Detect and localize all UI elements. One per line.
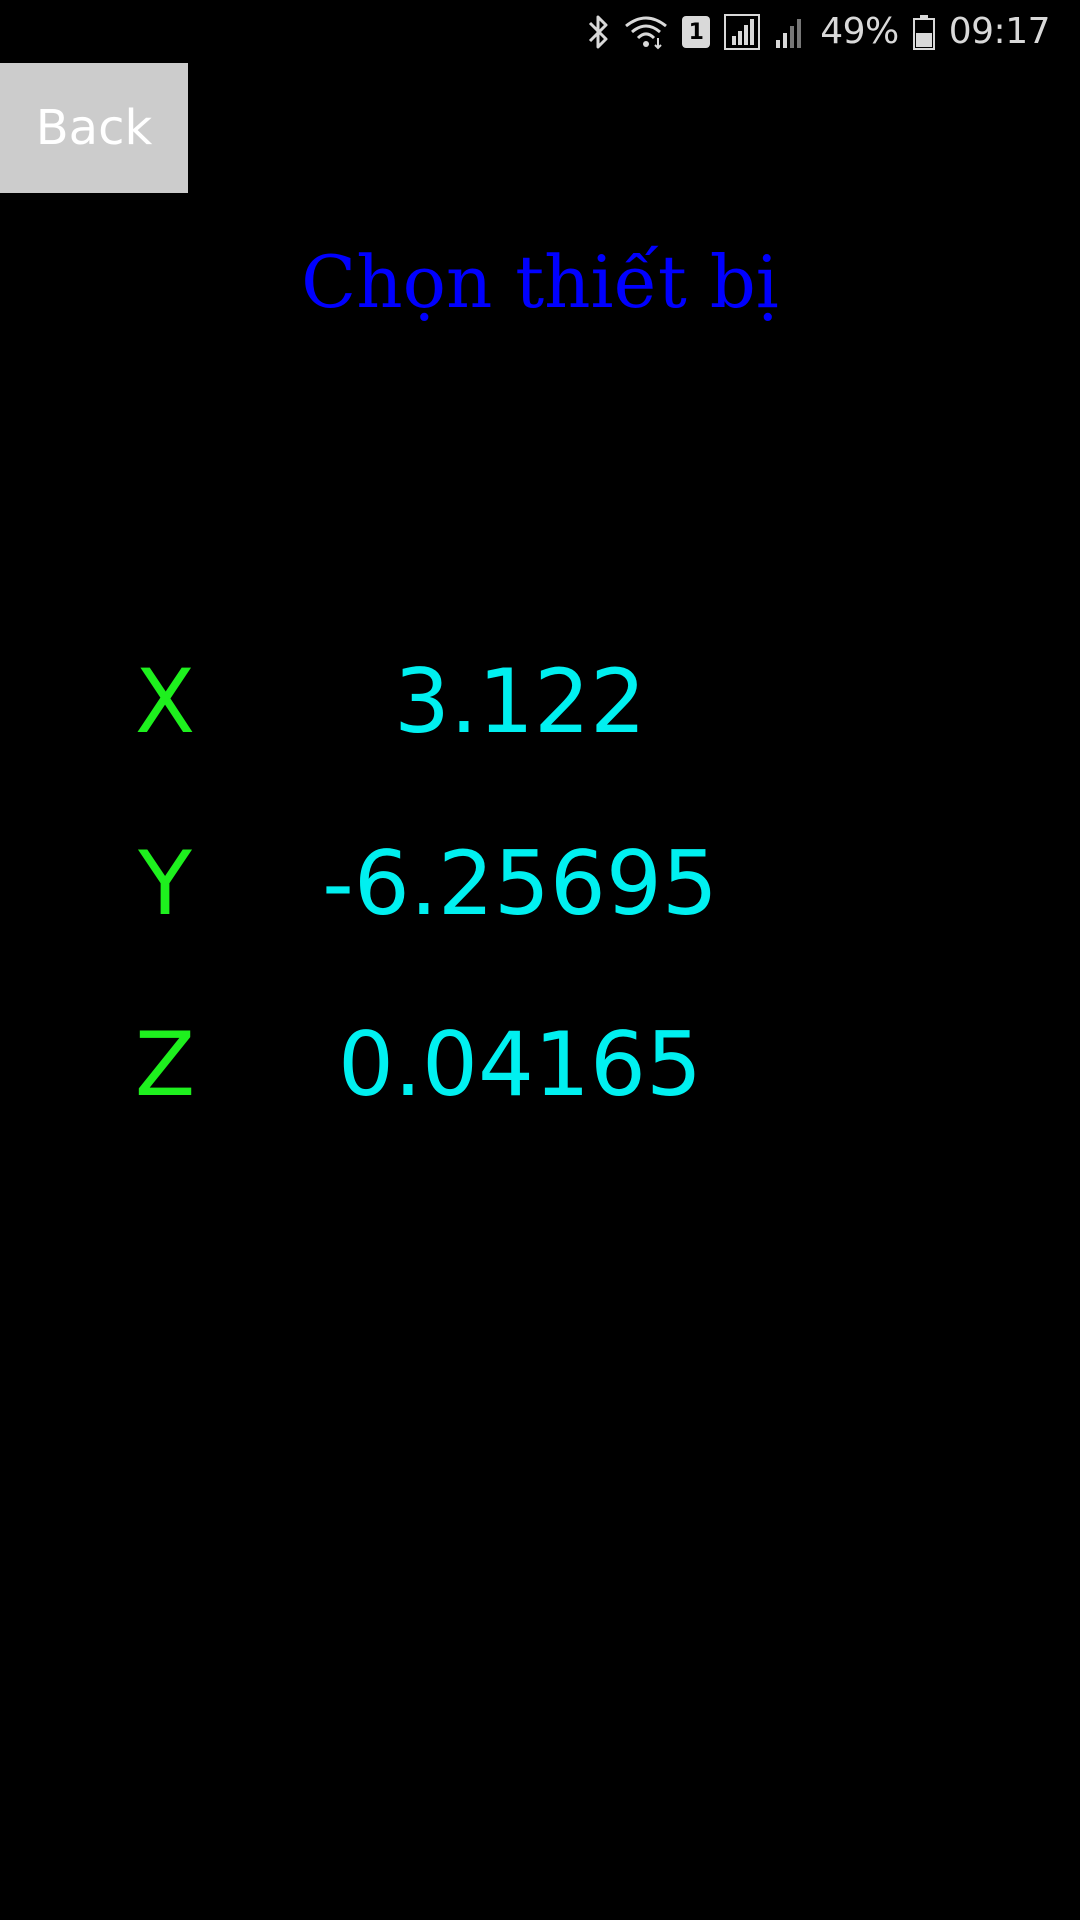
axis-label-y: Y	[138, 832, 192, 935]
axis-value-x: 3.122	[394, 650, 646, 753]
axis-row-y: Y -6.25695	[0, 824, 1080, 944]
signal-weak-icon	[774, 12, 806, 52]
back-button[interactable]: Back	[0, 63, 188, 193]
wifi-icon	[624, 12, 668, 52]
axis-label-x: X	[134, 650, 196, 753]
axis-label-z: Z	[134, 1013, 196, 1116]
battery-percent: 49%	[820, 11, 899, 52]
sim-icon: 1	[682, 16, 711, 48]
status-bar: 1 49% 09:17	[0, 0, 1080, 64]
signal-icon	[724, 12, 761, 52]
bluetooth-icon	[586, 12, 610, 52]
page-title: Chọn thiết bị	[301, 240, 779, 324]
battery-icon	[912, 12, 935, 52]
clock: 09:17	[948, 11, 1051, 52]
axis-value-z: 0.04165	[338, 1013, 702, 1116]
axis-row-z: Z 0.04165	[0, 1005, 1080, 1125]
axis-row-x: X 3.122	[0, 642, 1080, 762]
axis-value-y: -6.25695	[322, 832, 718, 935]
